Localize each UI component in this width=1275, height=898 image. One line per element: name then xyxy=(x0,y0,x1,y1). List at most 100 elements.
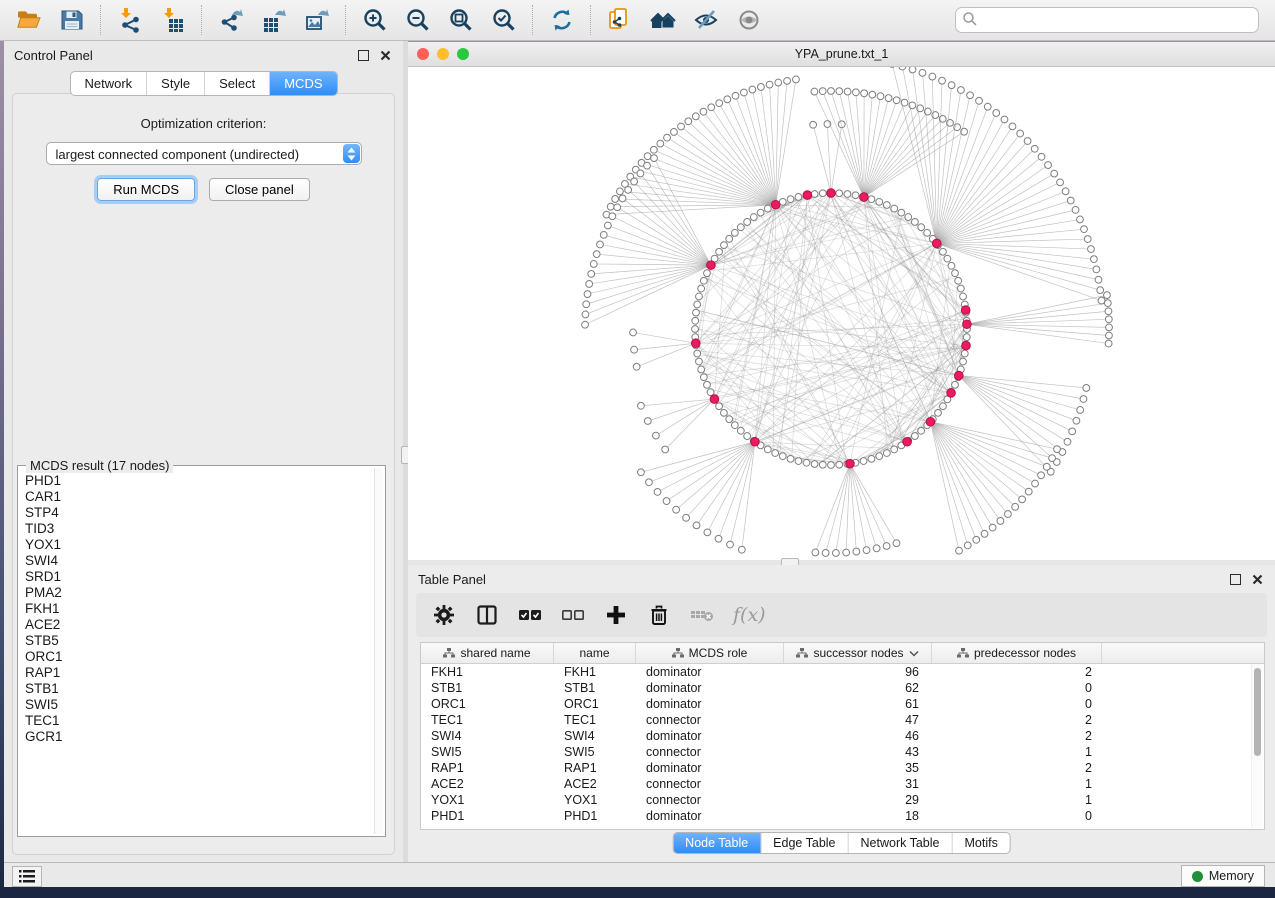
table-row[interactable]: ORC1ORC1dominator610 xyxy=(421,696,1264,712)
column-header-name[interactable]: name xyxy=(554,643,636,663)
mcds-result-item[interactable]: TEC1 xyxy=(20,713,374,729)
network-edge xyxy=(688,121,775,204)
apply-layout-icon[interactable] xyxy=(548,7,575,34)
import-table-icon[interactable] xyxy=(159,7,186,34)
export-image-icon[interactable] xyxy=(303,7,330,34)
mcds-result-item[interactable]: PMA2 xyxy=(20,585,374,601)
export-network-icon[interactable] xyxy=(217,7,244,34)
zoom-out-icon[interactable] xyxy=(404,7,431,34)
memory-button[interactable]: Memory xyxy=(1181,865,1265,887)
table-scrollbar[interactable] xyxy=(1251,664,1263,828)
select-all-icon[interactable] xyxy=(518,603,542,627)
mcds-result-item[interactable]: SRD1 xyxy=(20,569,374,585)
table-cell: connector xyxy=(636,792,784,808)
export-table-icon[interactable] xyxy=(260,7,287,34)
network-edge xyxy=(634,343,696,349)
table-row[interactable]: STB1STB1dominator620 xyxy=(421,680,1264,696)
column-header-shared-name[interactable]: shared name xyxy=(421,643,554,663)
clone-network-icon[interactable] xyxy=(606,7,633,34)
network-node xyxy=(764,446,771,453)
add-column-icon[interactable] xyxy=(604,603,628,627)
table-row[interactable]: SWI5SWI5connector431 xyxy=(421,744,1264,760)
table-row[interactable]: SWI4SWI4dominator462 xyxy=(421,728,1264,744)
mcds-result-item[interactable]: CAR1 xyxy=(20,489,374,505)
mcds-result-item[interactable]: PHD1 xyxy=(20,473,374,489)
column-header-mcds-role[interactable]: MCDS role xyxy=(636,643,784,663)
table-row[interactable]: PHD1PHD1dominator180 xyxy=(421,808,1264,824)
tab-motifs[interactable]: Motifs xyxy=(952,833,1009,853)
mcds-result-item[interactable]: STP4 xyxy=(20,505,374,521)
mcds-result-item[interactable]: GCR1 xyxy=(20,729,374,745)
network-node xyxy=(685,118,692,125)
mcds-result-item[interactable]: STB5 xyxy=(20,633,374,649)
network-overview-icon[interactable] xyxy=(649,7,676,34)
mcds-result-item[interactable]: RAP1 xyxy=(20,665,374,681)
save-icon[interactable] xyxy=(58,7,85,34)
table-row[interactable]: TEC1TEC1connector472 xyxy=(421,712,1264,728)
tab-edge-table[interactable]: Edge Table xyxy=(761,833,848,853)
mcds-result-item[interactable]: FKH1 xyxy=(20,601,374,617)
open-folder-icon[interactable] xyxy=(15,7,42,34)
mcds-result-item[interactable]: ORC1 xyxy=(20,649,374,665)
table-row[interactable]: RAP1RAP1dominator352 xyxy=(421,760,1264,776)
search-input[interactable] xyxy=(955,7,1259,33)
show-all-icon[interactable] xyxy=(735,7,762,34)
network-node xyxy=(1054,446,1061,453)
import-network-icon[interactable] xyxy=(116,7,143,34)
tab-select[interactable]: Select xyxy=(205,72,270,95)
table-row[interactable]: ACE2ACE2connector311 xyxy=(421,776,1264,792)
network-edge xyxy=(761,87,776,205)
network-edge xyxy=(959,376,1086,388)
task-history-button[interactable] xyxy=(12,866,42,887)
network-node xyxy=(787,196,794,203)
tab-network-table[interactable]: Network Table xyxy=(849,833,953,853)
column-header-successor-nodes[interactable]: successor nodes xyxy=(784,643,932,663)
network-node xyxy=(683,514,690,521)
hide-selected-icon[interactable] xyxy=(692,7,719,34)
network-edge xyxy=(856,92,864,197)
float-table-panel-icon[interactable] xyxy=(1227,571,1243,587)
mcds-result-list[interactable]: PHD1CAR1STP4TID3YOX1SWI4SRD1PMA2FKH1ACE2… xyxy=(20,468,374,834)
table-options-gear-icon[interactable] xyxy=(432,603,456,627)
network-canvas[interactable] xyxy=(408,67,1275,561)
network-node xyxy=(883,202,890,209)
toggle-panels-icon[interactable] xyxy=(475,603,499,627)
network-node xyxy=(819,461,826,468)
tab-network[interactable]: Network xyxy=(70,72,147,95)
zoom-fit-icon[interactable] xyxy=(447,7,474,34)
table-scrollbar-thumb[interactable] xyxy=(1254,668,1261,756)
mcds-result-item[interactable]: STB1 xyxy=(20,681,374,697)
network-window-titlebar[interactable]: YPA_prune.txt_1 xyxy=(408,42,1275,67)
delete-column-icon[interactable] xyxy=(647,603,671,627)
zoom-selected-icon[interactable] xyxy=(490,7,517,34)
network-node xyxy=(619,195,626,202)
table-cell-filler xyxy=(1102,712,1264,728)
close-panel-button[interactable]: Close panel xyxy=(209,178,310,201)
run-mcds-button[interactable]: Run MCDS xyxy=(97,178,195,201)
network-node xyxy=(1105,308,1112,315)
mcds-result-scrollbar[interactable] xyxy=(374,468,383,834)
network-node xyxy=(644,418,651,425)
table-row[interactable]: FKH1FKH1dominator962 xyxy=(421,664,1264,680)
mcds-result-item[interactable]: ACE2 xyxy=(20,617,374,633)
optimization-criterion-select[interactable]: largest connected component (undirected) xyxy=(46,142,362,165)
network-node xyxy=(964,542,971,549)
network-node xyxy=(1001,116,1008,123)
close-table-panel-icon[interactable] xyxy=(1249,571,1265,587)
mcds-result-item[interactable]: YOX1 xyxy=(20,537,374,553)
column-header-predecessor-nodes[interactable]: predecessor nodes xyxy=(932,643,1102,663)
mcds-result-item[interactable]: SWI4 xyxy=(20,553,374,569)
float-panel-icon[interactable] xyxy=(355,47,371,63)
mcds-result-item[interactable]: TID3 xyxy=(20,521,374,537)
mcds-result-item[interactable]: SWI5 xyxy=(20,697,374,713)
tab-node-table[interactable]: Node Table xyxy=(673,833,761,853)
network-node xyxy=(744,433,751,440)
table-cell: dominator xyxy=(636,760,784,776)
tab-mcds[interactable]: MCDS xyxy=(270,72,336,95)
deselect-all-icon[interactable] xyxy=(561,603,585,627)
tab-style[interactable]: Style xyxy=(147,72,205,95)
table-row[interactable]: YOX1YOX1connector291 xyxy=(421,792,1264,808)
network-edge xyxy=(755,193,823,441)
close-panel-icon[interactable] xyxy=(377,47,393,63)
zoom-in-icon[interactable] xyxy=(361,7,388,34)
